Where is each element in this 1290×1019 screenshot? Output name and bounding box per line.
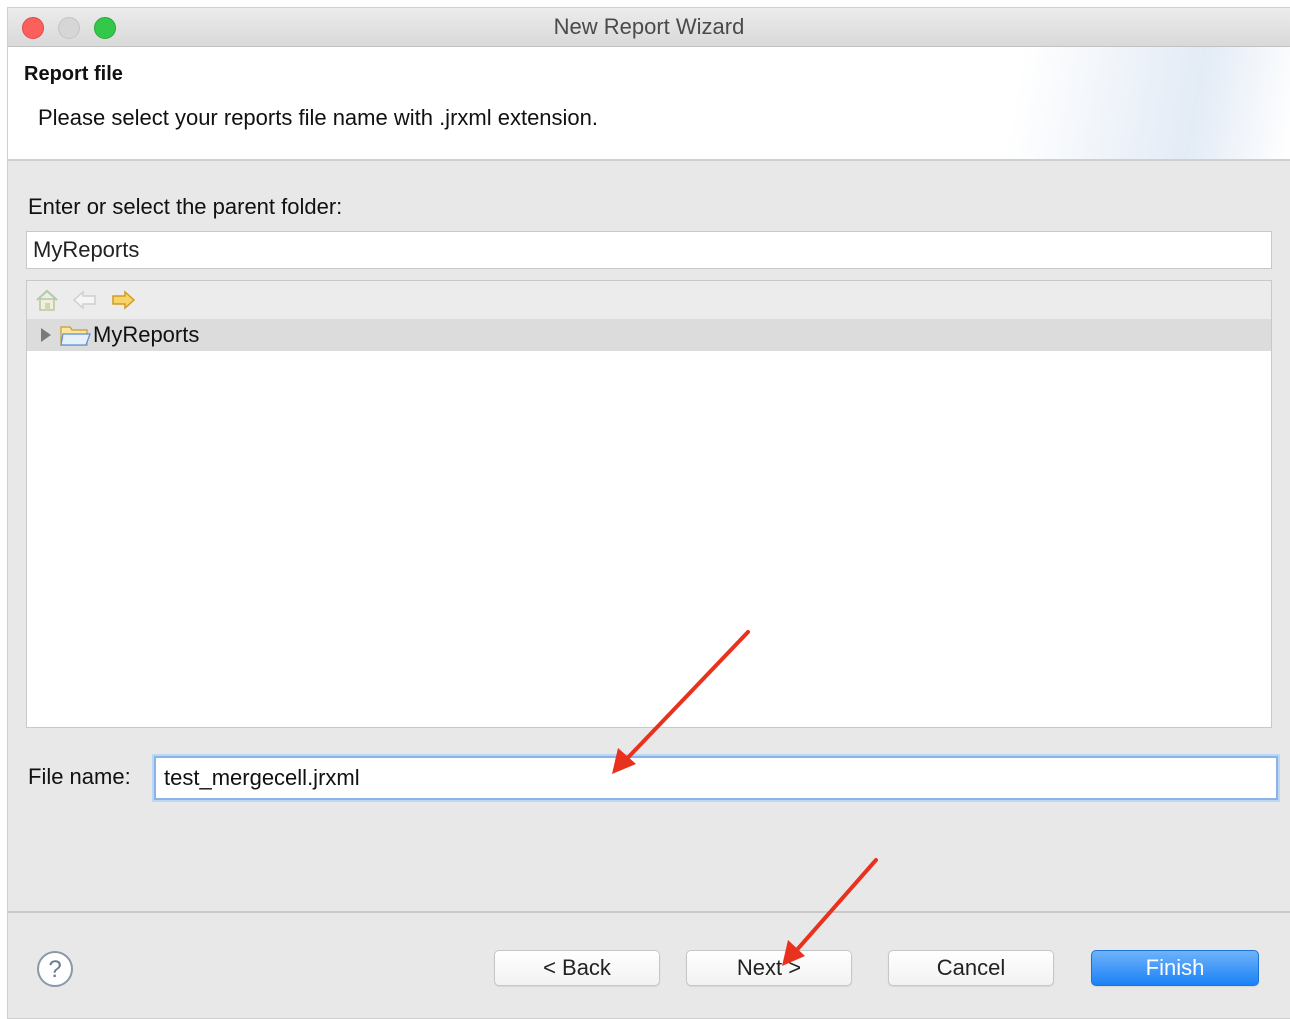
wizard-window: New Report Wizard Report file Please sel… (8, 8, 1290, 1018)
forward-arrow-icon[interactable] (109, 287, 137, 313)
help-icon[interactable]: ? (36, 950, 74, 988)
folder-tree[interactable]: MyReports (26, 280, 1272, 728)
next-button[interactable]: Next > (686, 950, 852, 986)
title-bar[interactable]: New Report Wizard (8, 8, 1290, 47)
tree-item-myreports[interactable]: MyReports (27, 319, 1271, 351)
parent-folder-label: Enter or select the parent folder: (28, 194, 343, 219)
finish-button[interactable]: Finish (1091, 950, 1259, 986)
parent-folder-input[interactable] (26, 231, 1272, 269)
window-title: New Report Wizard (553, 14, 745, 39)
folder-icon (59, 322, 91, 348)
disclosure-triangle-icon[interactable] (39, 326, 53, 344)
footer-divider (8, 911, 1290, 913)
back-button[interactable]: < Back (494, 950, 660, 986)
svg-text:?: ? (48, 956, 61, 983)
tree-item-label: MyReports (93, 322, 200, 347)
file-name-label: File name: (28, 764, 131, 789)
wizard-header: Report file Please select your reports f… (8, 47, 1290, 161)
cancel-button[interactable]: Cancel (888, 950, 1054, 986)
home-icon[interactable] (33, 287, 61, 313)
back-arrow-icon[interactable] (71, 287, 99, 313)
page-description: Please select your reports file name wit… (38, 105, 599, 130)
file-name-input[interactable] (154, 756, 1278, 800)
page-title: Report file (24, 63, 123, 85)
tree-toolbar (27, 281, 1271, 319)
